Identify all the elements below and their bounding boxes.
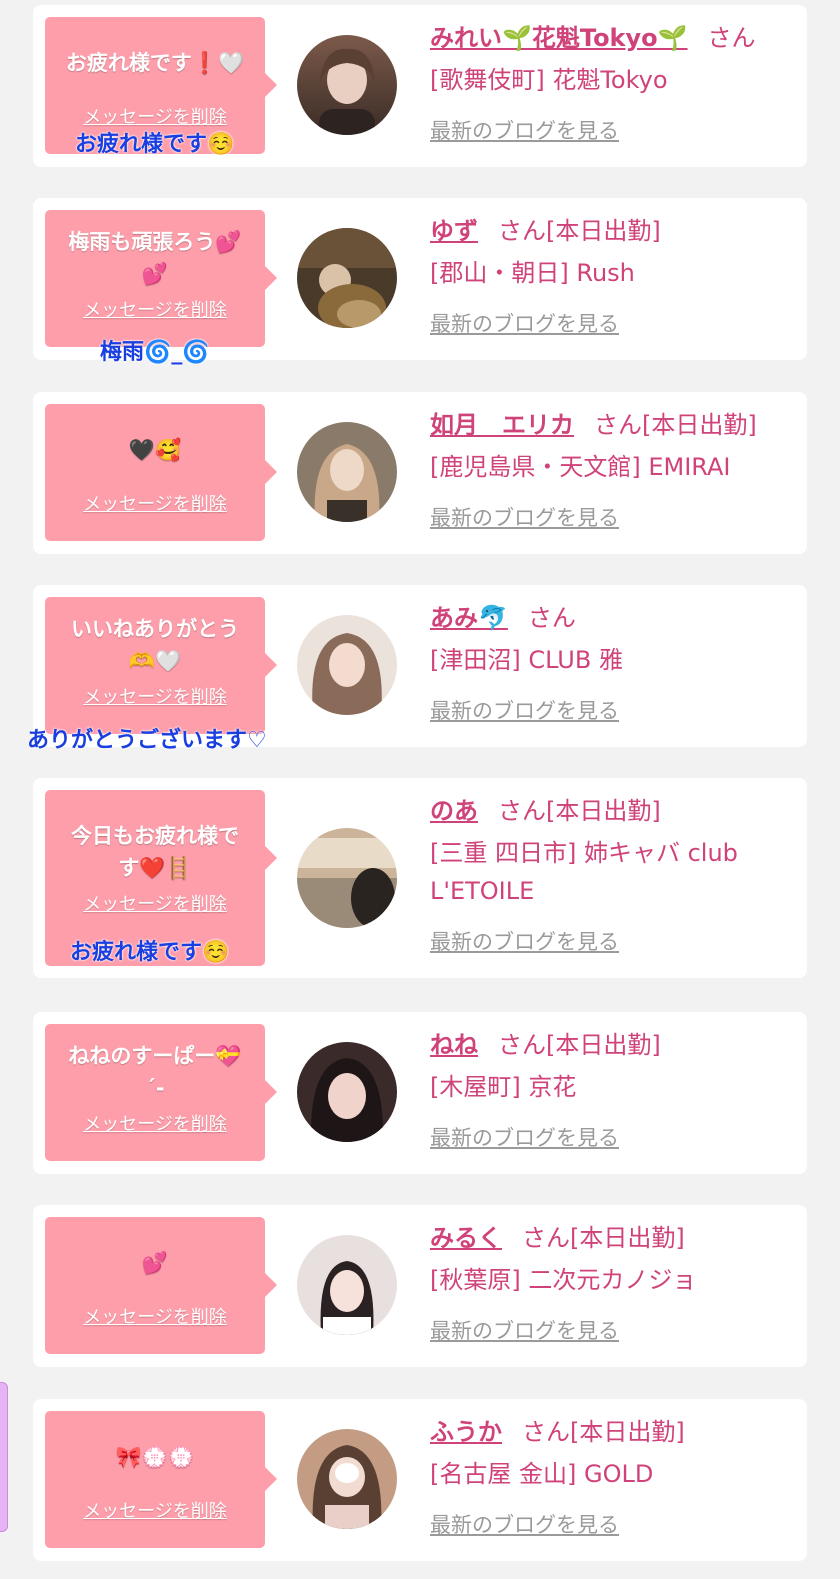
cast-name-link[interactable]: ふうか <box>430 1418 502 1446</box>
view-blog-link[interactable]: 最新のブログを見る <box>430 1315 619 1345</box>
cast-name-link[interactable]: ゆず <box>430 217 478 245</box>
follow-list: お疲れ様です❗🤍 メッセージを削除 みれい🌱花魁Tokyo🌱 さん [歌舞伎町] … <box>0 0 840 1579</box>
avatar[interactable] <box>297 1429 397 1529</box>
cast-name-link[interactable]: みれい🌱花魁Tokyo🌱 <box>430 24 688 52</box>
cast-info: ねね さん[本日出勤] [木屋町] 京花 最新のブログを見る <box>430 1026 800 1152</box>
message-bubble: 🎀💮💮 メッセージを削除 <box>45 1411 277 1548</box>
side-drawer-handle[interactable] <box>0 1382 8 1532</box>
delete-message-link[interactable]: メッセージを削除 <box>83 890 227 916</box>
view-blog-link[interactable]: 最新のブログを見る <box>430 502 619 532</box>
message-text: 🎀💮💮 <box>115 1445 195 1469</box>
cast-info: ゆず さん[本日出勤] [郡山・朝日] Rush 最新のブログを見る <box>430 212 800 338</box>
message-text: 💕 <box>141 1251 169 1275</box>
message-text: ねねのすーぱー💝 ´- <box>68 1044 242 1100</box>
reply-text: お疲れ様です☺️ <box>70 940 230 965</box>
avatar[interactable] <box>297 1042 397 1142</box>
name-suffix: さん[本日出勤] <box>498 797 661 825</box>
delete-message-link[interactable]: メッセージを削除 <box>83 683 227 709</box>
delete-message-link[interactable]: メッセージを削除 <box>83 296 227 322</box>
view-blog-link[interactable]: 最新のブログを見る <box>430 926 619 956</box>
avatar[interactable] <box>297 828 397 928</box>
message-bubble: いいねありがとう 🫶🤍 メッセージを削除 <box>45 597 277 734</box>
view-blog-link[interactable]: 最新のブログを見る <box>430 695 619 725</box>
message-text: お疲れ様です❗🤍 <box>65 51 245 75</box>
view-blog-link[interactable]: 最新のブログを見る <box>430 308 619 338</box>
cast-name-link[interactable]: みるく <box>430 1224 502 1252</box>
list-item: ねねのすーぱー💝 ´- メッセージを削除 ねね さん[本日出勤] [木屋町] 京花… <box>33 1012 807 1174</box>
avatar[interactable] <box>297 35 397 135</box>
cast-info: ふうか さん[本日出勤] [名古屋 金山] GOLD 最新のブログを見る <box>430 1413 800 1539</box>
avatar[interactable] <box>297 228 397 328</box>
cast-name-link[interactable]: ねね <box>430 1031 478 1059</box>
delete-message-link[interactable]: メッセージを削除 <box>83 1497 227 1523</box>
name-suffix: さん <box>527 604 576 632</box>
message-bubble: 梅雨も頑張ろう💕 💕 メッセージを削除 <box>45 210 277 347</box>
name-suffix: さん[本日出勤] <box>498 1031 661 1059</box>
shop-info: [木屋町] 京花 <box>430 1073 577 1101</box>
delete-message-link[interactable]: メッセージを削除 <box>83 490 227 516</box>
shop-info: [名古屋 金山] GOLD <box>430 1460 654 1488</box>
shop-info: [歌舞伎町] 花魁Tokyo <box>430 66 668 94</box>
view-blog-link[interactable]: 最新のブログを見る <box>430 115 619 145</box>
cast-info: あみ🐬 さん [津田沼] CLUB 雅 最新のブログを見る <box>430 599 800 725</box>
shop-info: [秋葉原] 二次元カノジョ <box>430 1266 697 1294</box>
avatar[interactable] <box>297 615 397 715</box>
cast-name-link[interactable]: のあ <box>430 797 478 825</box>
cast-name-link[interactable]: 如月 エリカ <box>430 411 574 439</box>
shop-info: [津田沼] CLUB 雅 <box>430 646 623 674</box>
cast-info: 如月 エリカ さん[本日出勤] [鹿児島県・天文館] EMIRAI 最新のブログを… <box>430 406 800 532</box>
list-item: 🎀💮💮 メッセージを削除 ふうか さん[本日出勤] [名古屋 金山] GOLD 最… <box>33 1399 807 1561</box>
name-suffix: さん[本日出勤] <box>522 1418 685 1446</box>
avatar[interactable] <box>297 422 397 522</box>
name-suffix: さん[本日出勤] <box>594 411 757 439</box>
name-suffix: さん[本日出勤] <box>498 217 661 245</box>
avatar[interactable] <box>297 1235 397 1335</box>
shop-info: [郡山・朝日] Rush <box>430 259 635 287</box>
reply-text: お疲れ様です☺️ <box>75 132 235 157</box>
reply-text: ありがとうございます♡ <box>27 728 267 753</box>
list-item: 🖤🥰 メッセージを削除 如月 エリカ さん[本日出勤] [鹿児島県・天文館] EM… <box>33 392 807 554</box>
cast-info: みれい🌱花魁Tokyo🌱 さん [歌舞伎町] 花魁Tokyo 最新のブログを見る <box>430 19 800 145</box>
view-blog-link[interactable]: 最新のブログを見る <box>430 1509 619 1539</box>
cast-name-link[interactable]: あみ🐬 <box>430 604 508 632</box>
reply-text: 梅雨🌀_🌀 <box>100 340 210 365</box>
delete-message-link[interactable]: メッセージを削除 <box>83 1303 227 1329</box>
message-text: 今日もお疲れ様で す❤️🪜 <box>71 824 239 880</box>
message-bubble: 💕 メッセージを削除 <box>45 1217 277 1354</box>
cast-info: みるく さん[本日出勤] [秋葉原] 二次元カノジョ 最新のブログを見る <box>430 1219 800 1345</box>
shop-info: [鹿児島県・天文館] EMIRAI <box>430 453 731 481</box>
message-text: 🖤🥰 <box>128 438 182 462</box>
name-suffix: さん[本日出勤] <box>522 1224 685 1252</box>
name-suffix: さん <box>707 24 756 52</box>
delete-message-link[interactable]: メッセージを削除 <box>83 1110 227 1136</box>
list-item: 💕 メッセージを削除 みるく さん[本日出勤] [秋葉原] 二次元カノジョ 最新の… <box>33 1205 807 1367</box>
view-blog-link[interactable]: 最新のブログを見る <box>430 1122 619 1152</box>
message-text: いいねありがとう 🫶🤍 <box>71 617 239 673</box>
message-bubble: ねねのすーぱー💝 ´- メッセージを削除 <box>45 1024 277 1161</box>
shop-info: [三重 四日市] 姉キャバ club L'ETOILE <box>430 839 738 905</box>
message-bubble: 🖤🥰 メッセージを削除 <box>45 404 277 541</box>
cast-info: のあ さん[本日出勤] [三重 四日市] 姉キャバ club L'ETOILE 最… <box>430 792 800 956</box>
message-text: 梅雨も頑張ろう💕 💕 <box>68 230 242 286</box>
